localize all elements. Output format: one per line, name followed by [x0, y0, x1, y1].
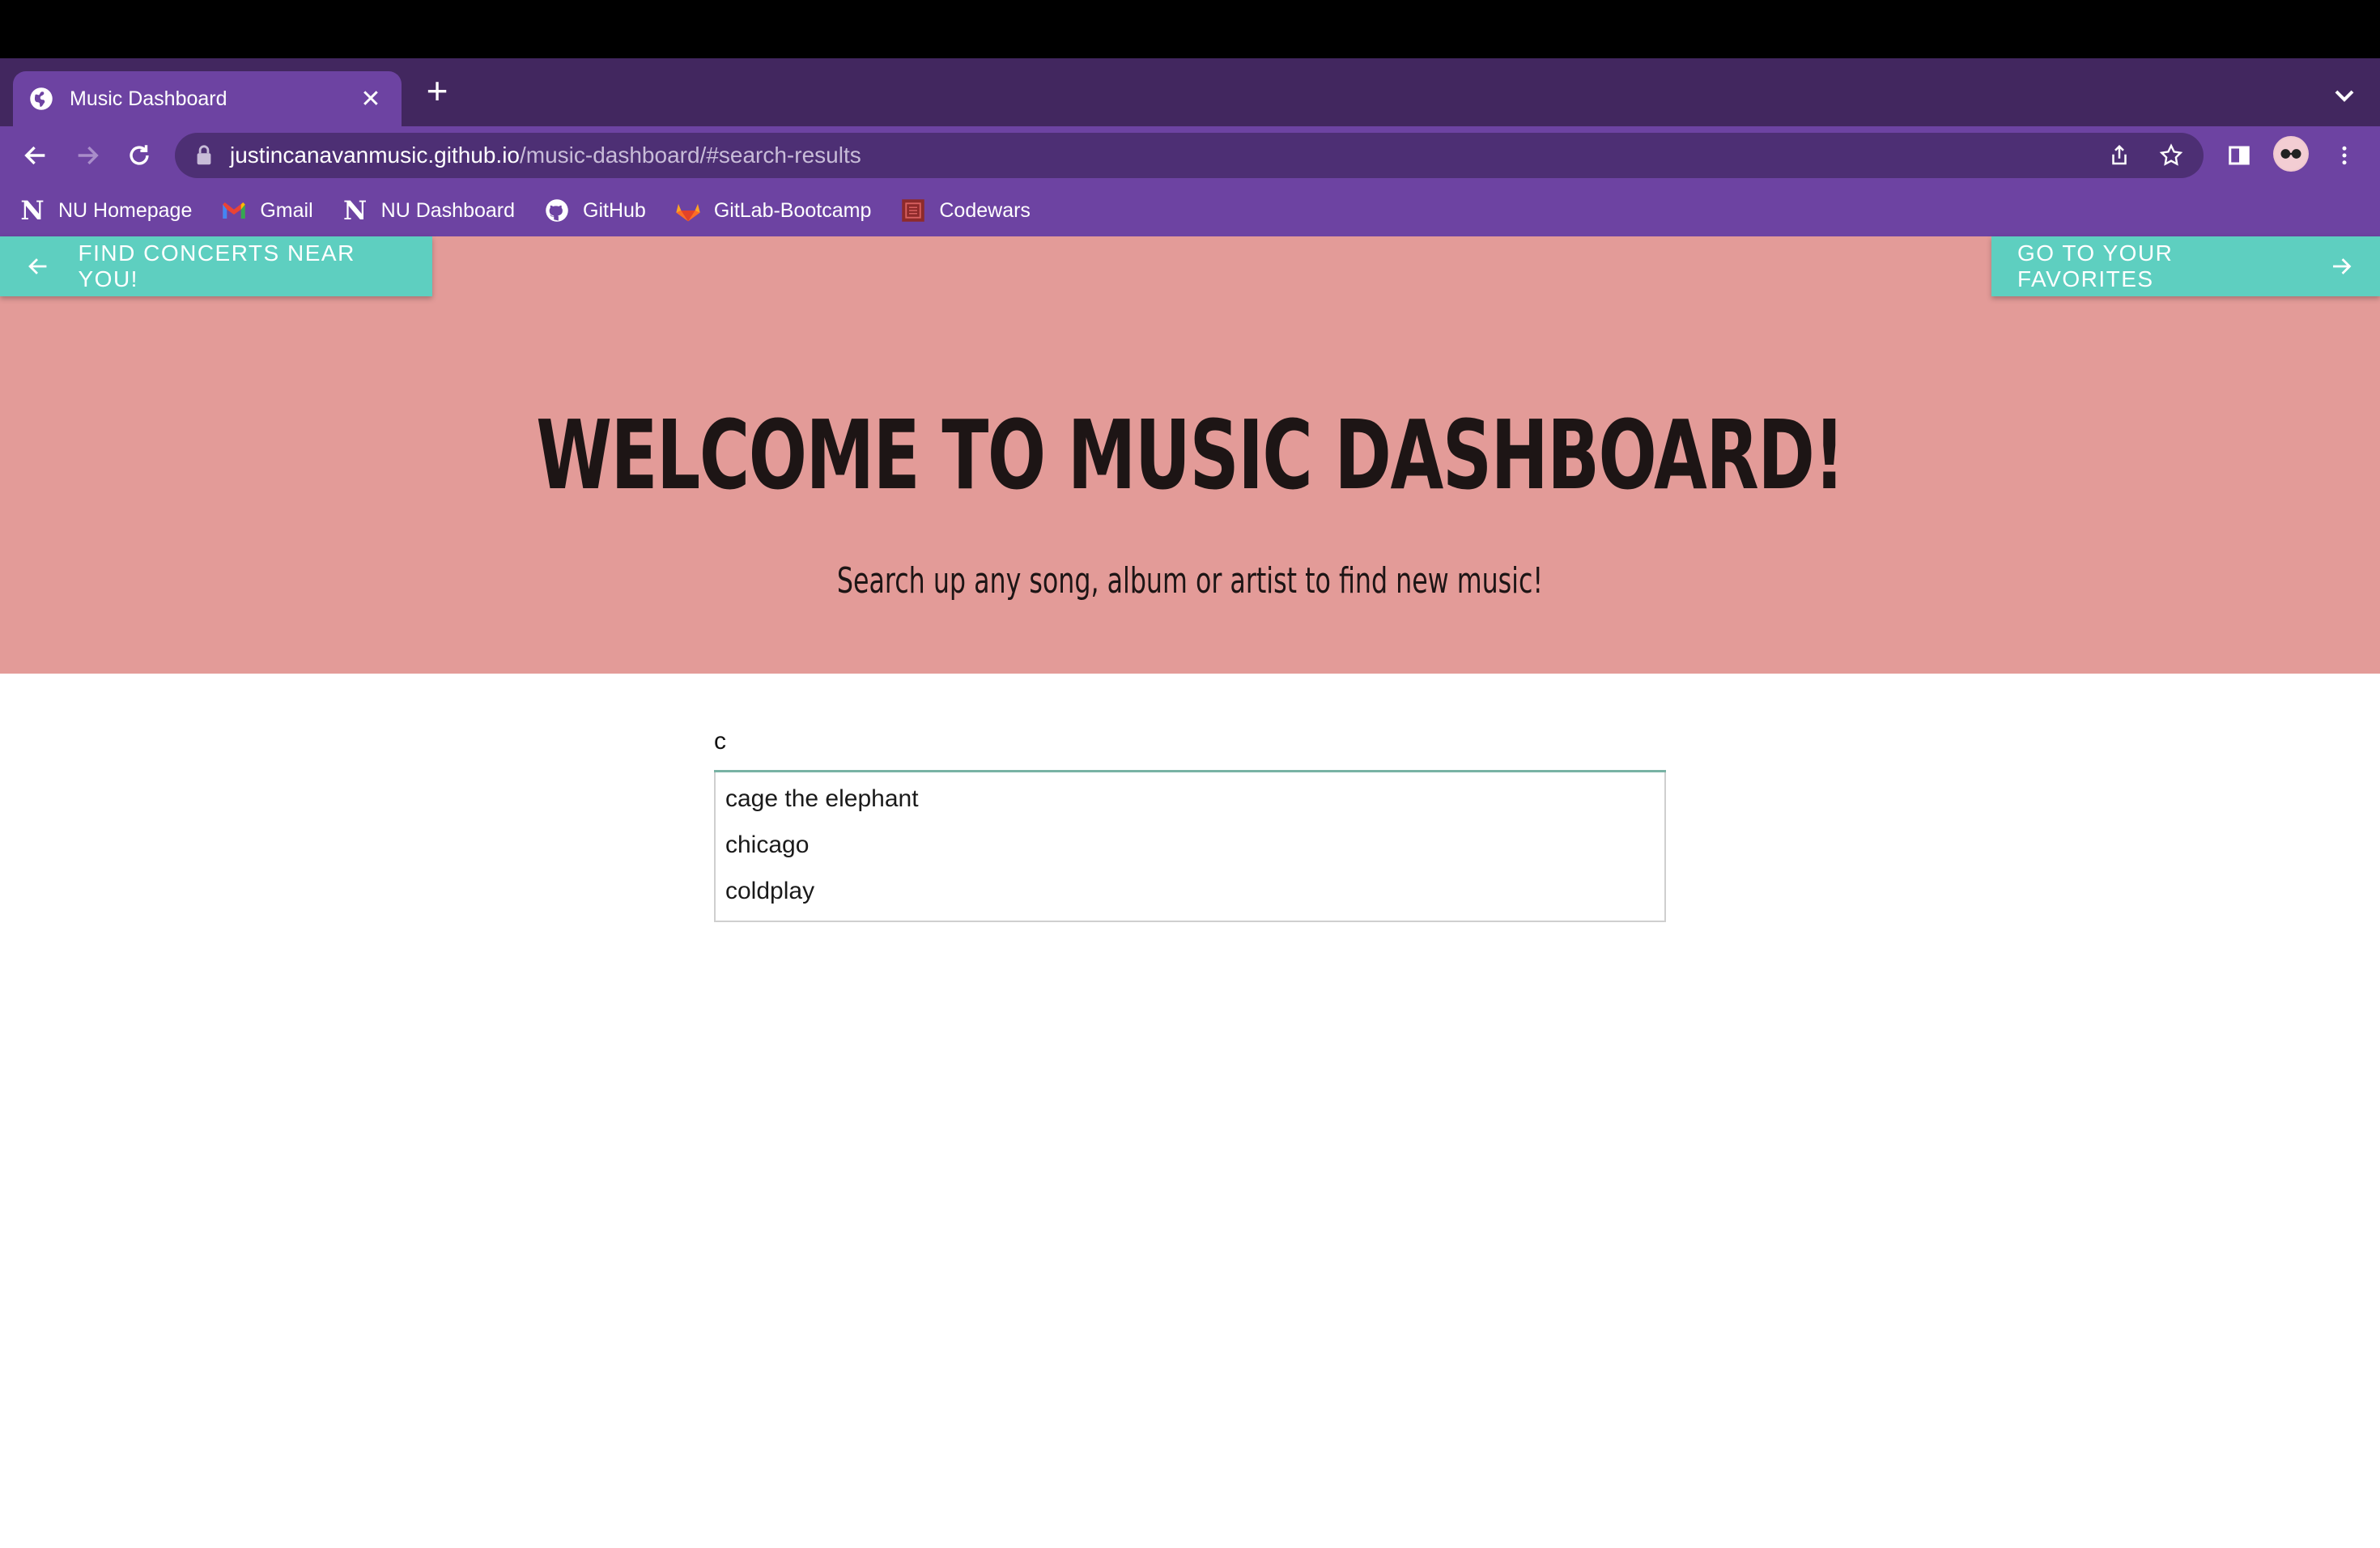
new-tab-button[interactable]: + [421, 72, 453, 110]
go-to-favorites-button[interactable]: GO TO YOUR FAVORITES [1991, 236, 2380, 296]
menu-button[interactable] [2327, 138, 2362, 173]
bookmark-label: GitLab-Bootcamp [713, 198, 872, 222]
hero-banner: FIND CONCERTS NEAR YOU! GO TO YOUR FAVOR… [0, 236, 2380, 674]
autocomplete-list: cage the elephant chicago coldplay [714, 772, 1666, 922]
macos-menu-bar [0, 0, 2380, 58]
lock-icon [197, 145, 211, 165]
more-vertical-icon [2342, 146, 2347, 165]
browser-toolbar: justincanavanmusic.github.io/music-dashb… [0, 126, 2380, 185]
page-title: WELCOME TO MUSIC DASHBOARD! [536, 399, 1845, 511]
suggestion-item[interactable]: coldplay [716, 871, 1664, 917]
bookmark-label: Codewars [939, 198, 1031, 222]
bookmarks-bar: N NU Homepage Gmail N NU Dashboard GitHu… [0, 185, 2380, 236]
reload-icon [130, 145, 149, 165]
suggestion-item[interactable]: chicago [716, 825, 1664, 871]
globe-icon [30, 87, 53, 110]
bookmark-label: Gmail [260, 198, 313, 222]
bookmark-label: NU Dashboard [380, 198, 516, 222]
url-text: justincanavanmusic.github.io/music-dashb… [230, 142, 861, 168]
url-host: justincanavanmusic.github.io [230, 142, 520, 168]
gmail-icon [221, 198, 247, 223]
bookmark-star-button[interactable] [2155, 139, 2187, 172]
share-icon [2112, 144, 2127, 165]
bookmark-gmail[interactable]: Gmail [221, 198, 313, 223]
star-icon [2159, 143, 2183, 166]
n-logo-icon: N [20, 195, 45, 226]
bookmark-github[interactable]: GitHub [544, 198, 646, 223]
find-concerts-button[interactable]: FIND CONCERTS NEAR YOU! [0, 236, 432, 296]
back-button[interactable] [18, 138, 53, 173]
url-path: /music-dashboard/#search-results [519, 142, 861, 168]
search-area: cage the elephant chicago coldplay [714, 712, 1666, 922]
n-logo-icon: N [343, 195, 368, 226]
arrow-left-icon [28, 258, 47, 274]
github-icon [544, 198, 570, 223]
tab-strip: Music Dashboard ✕ + [0, 58, 2380, 126]
sunglasses-avatar-icon [2275, 138, 2307, 170]
bookmark-label: GitHub [583, 198, 646, 222]
reload-button[interactable] [121, 138, 157, 173]
bookmark-nu-homepage[interactable]: N NU Homepage [19, 198, 192, 223]
address-bar[interactable]: justincanavanmusic.github.io/music-dashb… [175, 133, 2204, 178]
bookmark-gitlab-bootcamp[interactable]: GitLab-Bootcamp [675, 198, 872, 223]
bookmark-nu-dashboard[interactable]: N NU Dashboard [342, 198, 515, 223]
bookmark-label: NU Homepage [58, 198, 193, 222]
go-to-favorites-label: GO TO YOUR FAVORITES [2017, 240, 2174, 291]
search-input[interactable] [714, 712, 1666, 772]
arrow-right-icon [78, 146, 99, 165]
codewars-icon [900, 198, 926, 223]
bookmark-codewars[interactable]: Codewars [900, 198, 1031, 223]
suggestion-item[interactable]: cage the elephant [716, 779, 1664, 825]
gitlab-icon [675, 198, 701, 223]
tab-music-dashboard[interactable]: Music Dashboard ✕ [13, 71, 402, 126]
close-tab-icon[interactable]: ✕ [356, 85, 385, 113]
arrow-right-icon [2333, 258, 2352, 274]
tab-title: Music Dashboard [70, 87, 227, 110]
arrow-left-icon [24, 146, 45, 165]
profile-avatar[interactable] [2273, 136, 2309, 172]
chevron-down-icon[interactable] [2328, 79, 2361, 112]
side-panel-icon [2229, 146, 2250, 165]
share-button[interactable] [2103, 139, 2136, 172]
forward-button[interactable] [70, 138, 105, 173]
page-subtitle: Search up any song, album or artist to f… [836, 560, 1544, 602]
side-panel-button[interactable] [2221, 138, 2257, 173]
find-concerts-label: FIND CONCERTS NEAR YOU! [78, 240, 355, 291]
